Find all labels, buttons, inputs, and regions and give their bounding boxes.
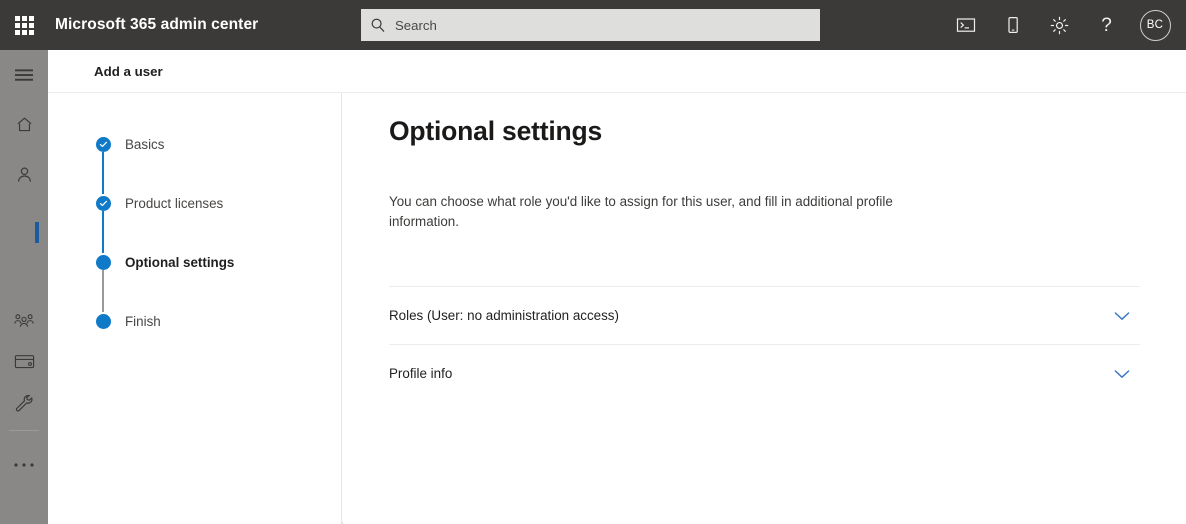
wizard-steps: Basics Product licenses Optional setting… (94, 135, 341, 336)
console-icon[interactable] (942, 0, 989, 50)
home-icon (15, 115, 34, 139)
sidebar-item-show-all[interactable] (0, 445, 48, 483)
check-icon (99, 200, 107, 207)
wizard-step-label: Product licenses (125, 196, 224, 211)
wizard-step-basics[interactable]: Basics (94, 135, 341, 194)
wrench-icon (14, 393, 34, 418)
sidebar-item-users[interactable] (0, 158, 48, 196)
sidebar-item-setup[interactable] (0, 386, 48, 424)
step-dot-complete (95, 196, 111, 211)
wizard-step-pane: Basics Product licenses Optional setting… (48, 93, 342, 524)
groups-icon (13, 311, 35, 336)
sidebar-item-home[interactable] (0, 108, 48, 146)
active-section-indicator (35, 222, 39, 243)
search-placeholder: Search (395, 17, 437, 33)
billing-card-icon (14, 353, 35, 375)
wizard-step-product-licenses[interactable]: Product licenses (94, 194, 341, 253)
person-icon (15, 165, 34, 189)
gear-icon[interactable] (1036, 0, 1083, 50)
avatar: BC (1139, 9, 1171, 41)
content-heading: Optional settings (389, 116, 603, 146)
search-input[interactable]: Search (361, 9, 820, 41)
waffle-grid-icon (14, 15, 34, 35)
ellipsis-icon (13, 455, 35, 473)
step-connector (102, 270, 104, 312)
step-connector (102, 152, 104, 194)
hamburger-menu-icon (14, 68, 34, 87)
settings-accordion: Roles (User: no administration access) P… (389, 286, 1140, 402)
step-dot-upcoming (95, 314, 111, 329)
sidebar-item-groups[interactable] (0, 304, 48, 342)
main-content: Optional settings You can choose what ro… (343, 93, 1186, 524)
accordion-label: Profile info (389, 366, 453, 381)
step-marker (94, 253, 112, 312)
account-manager-button[interactable]: BC (1130, 0, 1180, 50)
header-actions: ? BC (942, 0, 1180, 50)
sidebar-item-billing[interactable] (0, 345, 48, 383)
check-icon (99, 141, 107, 148)
search-icon (361, 17, 395, 33)
top-header-bar: Microsoft 365 admin center Search ? BC (0, 0, 1186, 50)
brand-title: Microsoft 365 admin center (55, 16, 259, 33)
admin-center-window: Microsoft 365 admin center Search ? BC A… (0, 0, 1186, 524)
accordion-section-profile-info[interactable]: Profile info (389, 344, 1140, 402)
sidebar-item-menu-toggle[interactable] (0, 58, 48, 96)
step-marker (94, 135, 112, 194)
help-icon[interactable]: ? (1083, 0, 1130, 50)
wizard-step-label: Basics (125, 137, 165, 152)
wizard-step-finish[interactable]: Finish (94, 312, 341, 336)
step-marker (94, 312, 112, 329)
wizard-step-label: Finish (125, 314, 161, 329)
left-navigation-rail (0, 50, 48, 524)
page-title: Add a user (94, 63, 163, 79)
wizard-step-label: Optional settings (125, 255, 235, 270)
page-header: Add a user (48, 50, 1186, 93)
wizard-step-optional-settings[interactable]: Optional settings (94, 253, 341, 312)
step-marker (94, 194, 112, 253)
app-launcher-button[interactable] (0, 0, 48, 50)
step-connector (102, 211, 104, 253)
content-description: You can choose what role you'd like to a… (389, 194, 893, 229)
accordion-section-roles[interactable]: Roles (User: no administration access) (389, 286, 1140, 344)
mobile-device-icon[interactable] (989, 0, 1036, 50)
step-dot-complete (95, 137, 111, 152)
step-dot-current (95, 255, 111, 270)
accordion-label: Roles (User: no administration access) (389, 308, 619, 323)
chevron-down-icon (1112, 310, 1140, 322)
chevron-down-icon (1112, 368, 1140, 380)
